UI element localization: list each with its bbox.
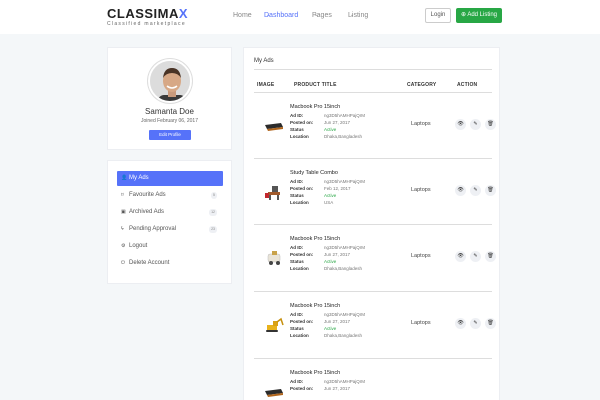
delete-button[interactable]: 🗑 [485,251,496,262]
cog-icon: ⚙ [121,243,126,249]
delete-button[interactable]: 🗑 [485,318,496,329]
logo-wordmark: CLASSIMAX [107,6,189,21]
trash-icon: 🗑 [487,187,494,193]
delete-button[interactable]: 🗑 [485,185,496,196]
login-button[interactable]: Login [425,8,451,23]
eye-icon: 👁 [457,253,464,259]
chevron-down-icon: ⌄ [350,12,355,18]
column-header-image: IMAGE [257,82,275,88]
divider [254,69,492,70]
view-button[interactable]: 👁 [455,318,466,329]
location: Dhaka,Bangladesh [324,333,363,338]
ad-title[interactable]: Macbook Pro 15inch [290,104,340,110]
menu-item-delete-account[interactable]: ⏻ Delete Account [117,256,223,271]
menu-item-pending-approval[interactable]: ϟ Pending Approval 23 [117,222,223,237]
power-icon: ⏻ [121,260,125,266]
profile-name: Samanta Doe [145,107,194,116]
product-image[interactable] [264,250,284,266]
posted-date: Jun 27, 2017 [324,386,351,391]
dashboard-menu: 👤 My Ads ⌑ Favourite Ads 5 ▣ Archived Ads 1… [107,160,232,284]
logo-tagline: Classified marketplace [107,21,186,27]
ad-id: ng3D5hAMHPajQrM [324,113,366,118]
eye-icon: 👁 [457,121,464,127]
menu-item-favourite-ads[interactable]: ⌑ Favourite Ads 5 [117,188,223,203]
menu-item-my-ads[interactable]: 👤 My Ads [117,171,223,186]
table-row: Macbook Pro 15inch Ad ID: ng3D5hAMHPajQrM… [254,93,496,157]
eye-icon: 👁 [457,187,464,193]
avatar-image [150,61,190,101]
profile-joined-date: Joined February 06, 2017 [141,118,198,124]
location: Dhaka,Bangladesh [324,134,363,139]
my-ads-panel: My Ads IMAGE PRODUCT TITLE CATEGORY ACTI… [243,47,500,400]
ad-category: Laptops [411,253,431,259]
pencil-icon: ✎ [473,253,478,259]
column-header-product-title: PRODUCT TITLE [294,82,337,88]
pencil-icon: ✎ [473,121,478,127]
column-header-action: ACTION [457,82,478,88]
pencil-icon: ✎ [473,320,478,326]
product-image[interactable] [264,118,284,134]
menu-item-logout[interactable]: ⚙ Logout [117,239,223,254]
trash-icon: 🗑 [487,253,494,259]
posted-date: Jun 27, 2017 [324,120,351,125]
bookmark-icon: ⌑ [121,192,124,198]
edit-button[interactable]: ✎ [470,185,481,196]
ad-id: ng3D5hAMHPajQrM [324,379,366,384]
file-archive-icon: ▣ [121,209,126,215]
chevron-down-icon: ⌄ [266,12,271,18]
user-icon: 👤 [121,175,128,181]
profile-card: Samanta Doe Joined February 06, 2017 Edi… [107,47,232,150]
view-button[interactable]: 👁 [455,119,466,130]
panel-title: My Ads [254,58,274,64]
location: USA [324,200,334,205]
product-image[interactable] [264,317,284,333]
ad-title[interactable]: Macbook Pro 15inch [290,303,340,309]
ad-title[interactable]: Macbook Pro 15inch [290,370,340,376]
edit-profile-button[interactable]: Edit Profile [149,130,191,140]
status-badge: Active [324,326,337,331]
view-button[interactable]: 👁 [455,185,466,196]
add-listing-button[interactable]: ⊕ Add Listing [456,8,502,23]
count-badge: 5 [211,192,217,199]
column-header-category: CATEGORY [407,82,437,88]
ad-title[interactable]: Study Table Combo [290,170,338,176]
table-row: Macbook Pro 15inch Ad ID: ng3D5hAMHPajQrM… [254,359,492,400]
view-button[interactable]: 👁 [455,251,466,262]
top-navbar: CLASSIMAX Classified marketplace Home Da… [0,0,600,34]
edit-button[interactable]: ✎ [470,318,481,329]
location: Dhaka,Bangladesh [324,266,363,271]
edit-button[interactable]: ✎ [470,119,481,130]
delete-button[interactable]: 🗑 [485,119,496,130]
table-row: Macbook Pro 15inch Ad ID: ng3D5hAMHPajQrM… [254,225,496,289]
ad-id: ng3D5hAMHPajQrM [324,179,366,184]
avatar [148,59,192,103]
eye-icon: 👁 [457,320,464,326]
ad-category: Laptops [411,121,431,127]
trash-icon: 🗑 [487,121,494,127]
site-logo[interactable]: CLASSIMAX Classified marketplace [107,7,188,27]
ad-id: ng3D5hAMHPajQrM [324,245,366,250]
count-badge: 12 [209,209,217,216]
ad-category: Laptops [411,187,431,193]
posted-date: Jun 27, 2017 [324,319,351,324]
menu-item-archived-ads[interactable]: ▣ Archived Ads 12 [117,205,223,220]
product-image[interactable] [264,184,284,200]
chevron-down-icon: ⌄ [314,12,319,18]
posted-date: Jun 27, 2017 [324,252,351,257]
edit-button[interactable]: ✎ [470,251,481,262]
ad-id: ng3D5hAMHPajQrM [324,312,366,317]
status-badge: Active [324,259,337,264]
product-image[interactable] [264,384,284,400]
trash-icon: 🗑 [487,320,494,326]
posted-date: Feb 12, 2017 [324,186,351,191]
count-badge: 23 [209,226,217,233]
ad-category: Laptops [411,320,431,326]
ad-title[interactable]: Macbook Pro 15inch [290,236,340,242]
table-row: Study Table Combo Ad ID: ng3D5hAMHPajQrM … [254,159,496,223]
pencil-icon: ✎ [473,187,478,193]
status-badge: Active [324,127,337,132]
table-row: Macbook Pro 15inch Ad ID: ng3D5hAMHPajQrM… [254,292,496,356]
status-badge: Active [324,193,337,198]
bolt-icon: ϟ [121,226,124,232]
